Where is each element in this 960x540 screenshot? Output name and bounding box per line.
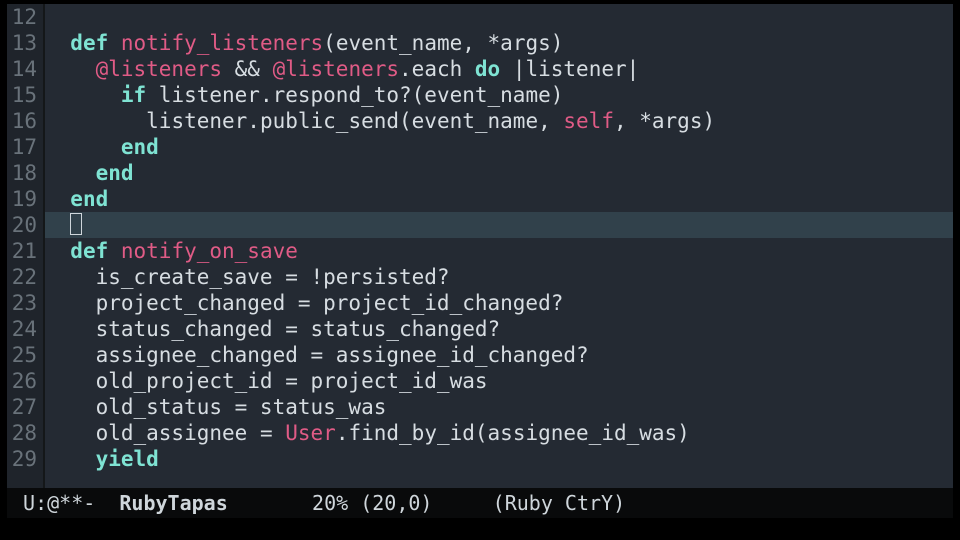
code-line[interactable] [45, 4, 953, 30]
instance-variable: @listeners [273, 57, 399, 81]
code-line[interactable]: old_project_id = project_id_was [45, 368, 953, 394]
line-number: 24 [7, 316, 37, 342]
keyword-end: end [96, 161, 134, 185]
line-number: 13 [7, 30, 37, 56]
line-number: 22 [7, 264, 37, 290]
line-number: 19 [7, 186, 37, 212]
line-number: 28 [7, 420, 37, 446]
line-number: 27 [7, 394, 37, 420]
keyword-end: end [70, 187, 108, 211]
code-line[interactable]: def notify_on_save [45, 238, 953, 264]
code-line[interactable]: def notify_listeners(event_name, *args) [45, 30, 953, 56]
line-number: 14 [7, 56, 37, 82]
code-line[interactable]: end [45, 186, 953, 212]
keyword-do: do [475, 57, 500, 81]
buffer-name: RubyTapas [119, 491, 227, 515]
code-line[interactable]: @listeners && @listeners.each do |listen… [45, 56, 953, 82]
modeline-state: U:@**- [11, 491, 119, 515]
code-line[interactable]: old_status = status_was [45, 394, 953, 420]
line-number: 29 [7, 446, 37, 472]
instance-variable: @listeners [96, 57, 222, 81]
method-name: notify_listeners [121, 31, 323, 55]
editor-window: 12 13 14 15 16 17 18 19 20 21 22 23 24 2… [7, 4, 953, 518]
code-line[interactable]: is_create_save = !persisted? [45, 264, 953, 290]
code-line-current[interactable] [45, 212, 953, 238]
text-cursor [70, 213, 82, 235]
line-number: 21 [7, 238, 37, 264]
line-number: 20 [7, 212, 37, 238]
line-number: 26 [7, 368, 37, 394]
code-line[interactable]: project_changed = project_id_changed? [45, 290, 953, 316]
code-area[interactable]: 12 13 14 15 16 17 18 19 20 21 22 23 24 2… [7, 4, 953, 488]
code-line[interactable]: end [45, 160, 953, 186]
keyword-end: end [121, 135, 159, 159]
line-number: 17 [7, 134, 37, 160]
line-number: 12 [7, 4, 37, 30]
keyword-self: self [563, 109, 614, 133]
mode-line: U:@**- RubyTapas 20% (20,0) (Ruby CtrY) [7, 488, 953, 518]
keyword-yield: yield [96, 447, 159, 471]
keyword-if: if [121, 83, 159, 107]
line-number: 15 [7, 82, 37, 108]
code-line[interactable]: listener.public_send(event_name, self, *… [45, 108, 953, 134]
code-line[interactable]: yield [45, 446, 953, 472]
code-line[interactable]: assignee_changed = assignee_id_changed? [45, 342, 953, 368]
modeline-position: 20% (20,0) (Ruby CtrY) [228, 491, 625, 515]
code-line[interactable]: status_changed = status_changed? [45, 316, 953, 342]
line-number-gutter: 12 13 14 15 16 17 18 19 20 21 22 23 24 2… [7, 4, 45, 488]
code-line[interactable]: old_assignee = User.find_by_id(assignee_… [45, 420, 953, 446]
line-number: 25 [7, 342, 37, 368]
keyword-def: def [70, 239, 121, 263]
line-number: 18 [7, 160, 37, 186]
code-line[interactable]: end [45, 134, 953, 160]
method-name: notify_on_save [121, 239, 298, 263]
keyword-def: def [70, 31, 121, 55]
constant: User [285, 421, 336, 445]
line-number: 16 [7, 108, 37, 134]
line-number: 23 [7, 290, 37, 316]
code-line[interactable]: if listener.respond_to?(event_name) [45, 82, 953, 108]
code-lines[interactable]: def notify_listeners(event_name, *args) … [45, 4, 953, 488]
